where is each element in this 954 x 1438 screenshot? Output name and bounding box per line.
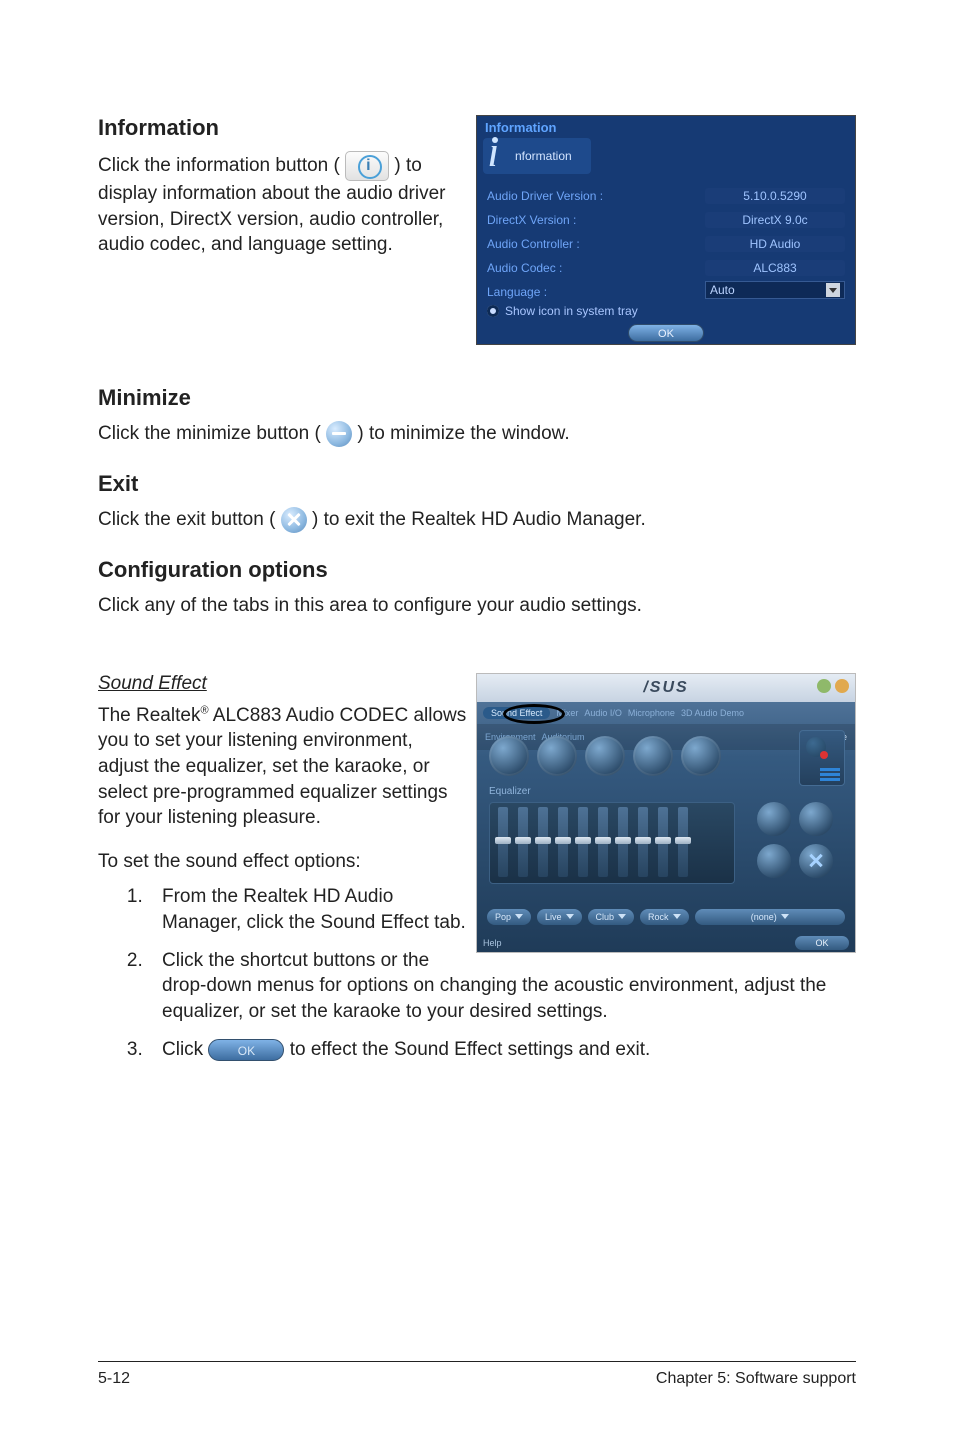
minimize-icon bbox=[326, 421, 352, 447]
ok-button[interactable]: OK bbox=[628, 324, 704, 342]
eq-slider[interactable] bbox=[618, 807, 628, 877]
eq-slider[interactable] bbox=[518, 807, 528, 877]
eq-side-button[interactable] bbox=[757, 802, 791, 836]
titlebar: /SUS bbox=[477, 674, 855, 702]
row-label: Audio Codec : bbox=[487, 261, 705, 275]
eq-slider[interactable] bbox=[678, 807, 688, 877]
karaoke-box[interactable] bbox=[799, 730, 845, 786]
preset-live[interactable]: Live bbox=[537, 909, 582, 925]
eq-slider[interactable] bbox=[598, 807, 608, 877]
preset-button[interactable] bbox=[537, 736, 577, 776]
ok-button-inline: OK bbox=[208, 1039, 284, 1061]
language-select[interactable]: Auto bbox=[705, 281, 845, 299]
row-label: Audio Controller : bbox=[487, 237, 705, 251]
preset-pop[interactable]: Pop bbox=[487, 909, 531, 925]
row-value: ALC883 bbox=[705, 260, 845, 276]
asus-logo: /SUS bbox=[643, 679, 688, 697]
eq-slider[interactable] bbox=[538, 807, 548, 877]
row-value: 5.10.0.5290 bbox=[705, 188, 845, 204]
preset-club[interactable]: Club bbox=[588, 909, 635, 925]
eq-slider[interactable] bbox=[498, 807, 508, 877]
voice-cancel-icon bbox=[806, 737, 826, 757]
chevron-down-icon bbox=[673, 914, 681, 919]
chevron-down-icon bbox=[826, 283, 840, 297]
tab-sound-effect[interactable]: Sound Effect bbox=[483, 707, 550, 719]
preset-button[interactable] bbox=[489, 736, 529, 776]
preset-button[interactable] bbox=[585, 736, 625, 776]
env-presets bbox=[489, 736, 721, 776]
row-value: DirectX 9.0c bbox=[705, 212, 845, 228]
sound-effect-paragraph-2: To set the sound effect options: bbox=[98, 849, 468, 875]
ok-button[interactable]: OK bbox=[795, 936, 849, 950]
eq-slider[interactable] bbox=[658, 807, 668, 877]
chevron-down-icon bbox=[566, 914, 574, 919]
preset-button[interactable] bbox=[681, 736, 721, 776]
tabs-row: Sound Effect Mixer Audio I/O Microphone … bbox=[477, 702, 855, 724]
language-value: Auto bbox=[710, 283, 735, 297]
eq-side-button[interactable] bbox=[757, 844, 791, 878]
tray-option[interactable]: Show icon in system tray bbox=[487, 304, 638, 318]
tab-audio-io[interactable]: Audio I/O bbox=[584, 708, 622, 718]
exit-paragraph: Click the exit button ( ) to exit the Re… bbox=[98, 507, 856, 533]
row-label: DirectX Version : bbox=[487, 213, 705, 227]
equalizer-area[interactable] bbox=[489, 802, 735, 884]
eq-reset-button[interactable] bbox=[799, 844, 833, 878]
radio-icon bbox=[487, 305, 499, 317]
sound-effect-paragraph: The Realtek® ALC883 Audio CODEC allows y… bbox=[98, 703, 468, 831]
config-paragraph: Click any of the tabs in this area to co… bbox=[98, 593, 856, 619]
chevron-down-icon bbox=[781, 914, 789, 919]
info-glyph-icon: l bbox=[489, 142, 497, 174]
row-label: Audio Driver Version : bbox=[487, 189, 705, 203]
tab-mixer[interactable]: Mixer bbox=[556, 708, 578, 718]
sound-effect-panel-screenshot: /SUS Sound Effect Mixer Audio I/O Microp… bbox=[476, 673, 856, 953]
chevron-down-icon bbox=[515, 914, 523, 919]
tab-3d-demo[interactable]: 3D Audio Demo bbox=[681, 708, 744, 718]
step-3: Click OK to effect the Sound Effect sett… bbox=[148, 1037, 856, 1063]
panel-title: Information bbox=[485, 120, 557, 135]
row-value: HD Audio bbox=[705, 236, 845, 252]
tray-label: Show icon in system tray bbox=[505, 304, 638, 318]
page-footer: 5-12 Chapter 5: Software support bbox=[98, 1361, 856, 1388]
eq-slider[interactable] bbox=[578, 807, 588, 877]
eq-slider[interactable] bbox=[638, 807, 648, 877]
chevron-down-icon bbox=[618, 914, 626, 919]
close-icon[interactable] bbox=[835, 679, 849, 693]
eq-slider[interactable] bbox=[558, 807, 568, 877]
minimize-icon[interactable] bbox=[817, 679, 831, 693]
page-number: 5-12 bbox=[98, 1370, 130, 1388]
information-button-icon bbox=[345, 151, 389, 181]
preset-rock[interactable]: Rock bbox=[640, 909, 689, 925]
panel-chip: nformation bbox=[483, 138, 591, 174]
help-link[interactable]: Help bbox=[483, 938, 502, 948]
information-panel-screenshot: Information nformation l Audio Driver Ve… bbox=[476, 115, 856, 345]
chapter-label: Chapter 5: Software support bbox=[656, 1370, 856, 1388]
exit-heading: Exit bbox=[98, 471, 856, 497]
step-1: From the Realtek HD Audio Manager, click… bbox=[148, 884, 478, 935]
step-2: Click the shortcut buttons or the drop-d… bbox=[148, 948, 856, 1025]
config-heading: Configuration options bbox=[98, 557, 856, 583]
equalizer-label: Equalizer bbox=[489, 786, 531, 797]
minimize-paragraph: Click the minimize button ( ) to minimiz… bbox=[98, 421, 856, 447]
eq-side-button[interactable] bbox=[799, 802, 833, 836]
preset-dropdown[interactable]: (none) bbox=[695, 909, 845, 925]
minimize-heading: Minimize bbox=[98, 385, 856, 411]
tab-microphone[interactable]: Microphone bbox=[628, 708, 675, 718]
preset-button[interactable] bbox=[633, 736, 673, 776]
exit-icon bbox=[281, 507, 307, 533]
